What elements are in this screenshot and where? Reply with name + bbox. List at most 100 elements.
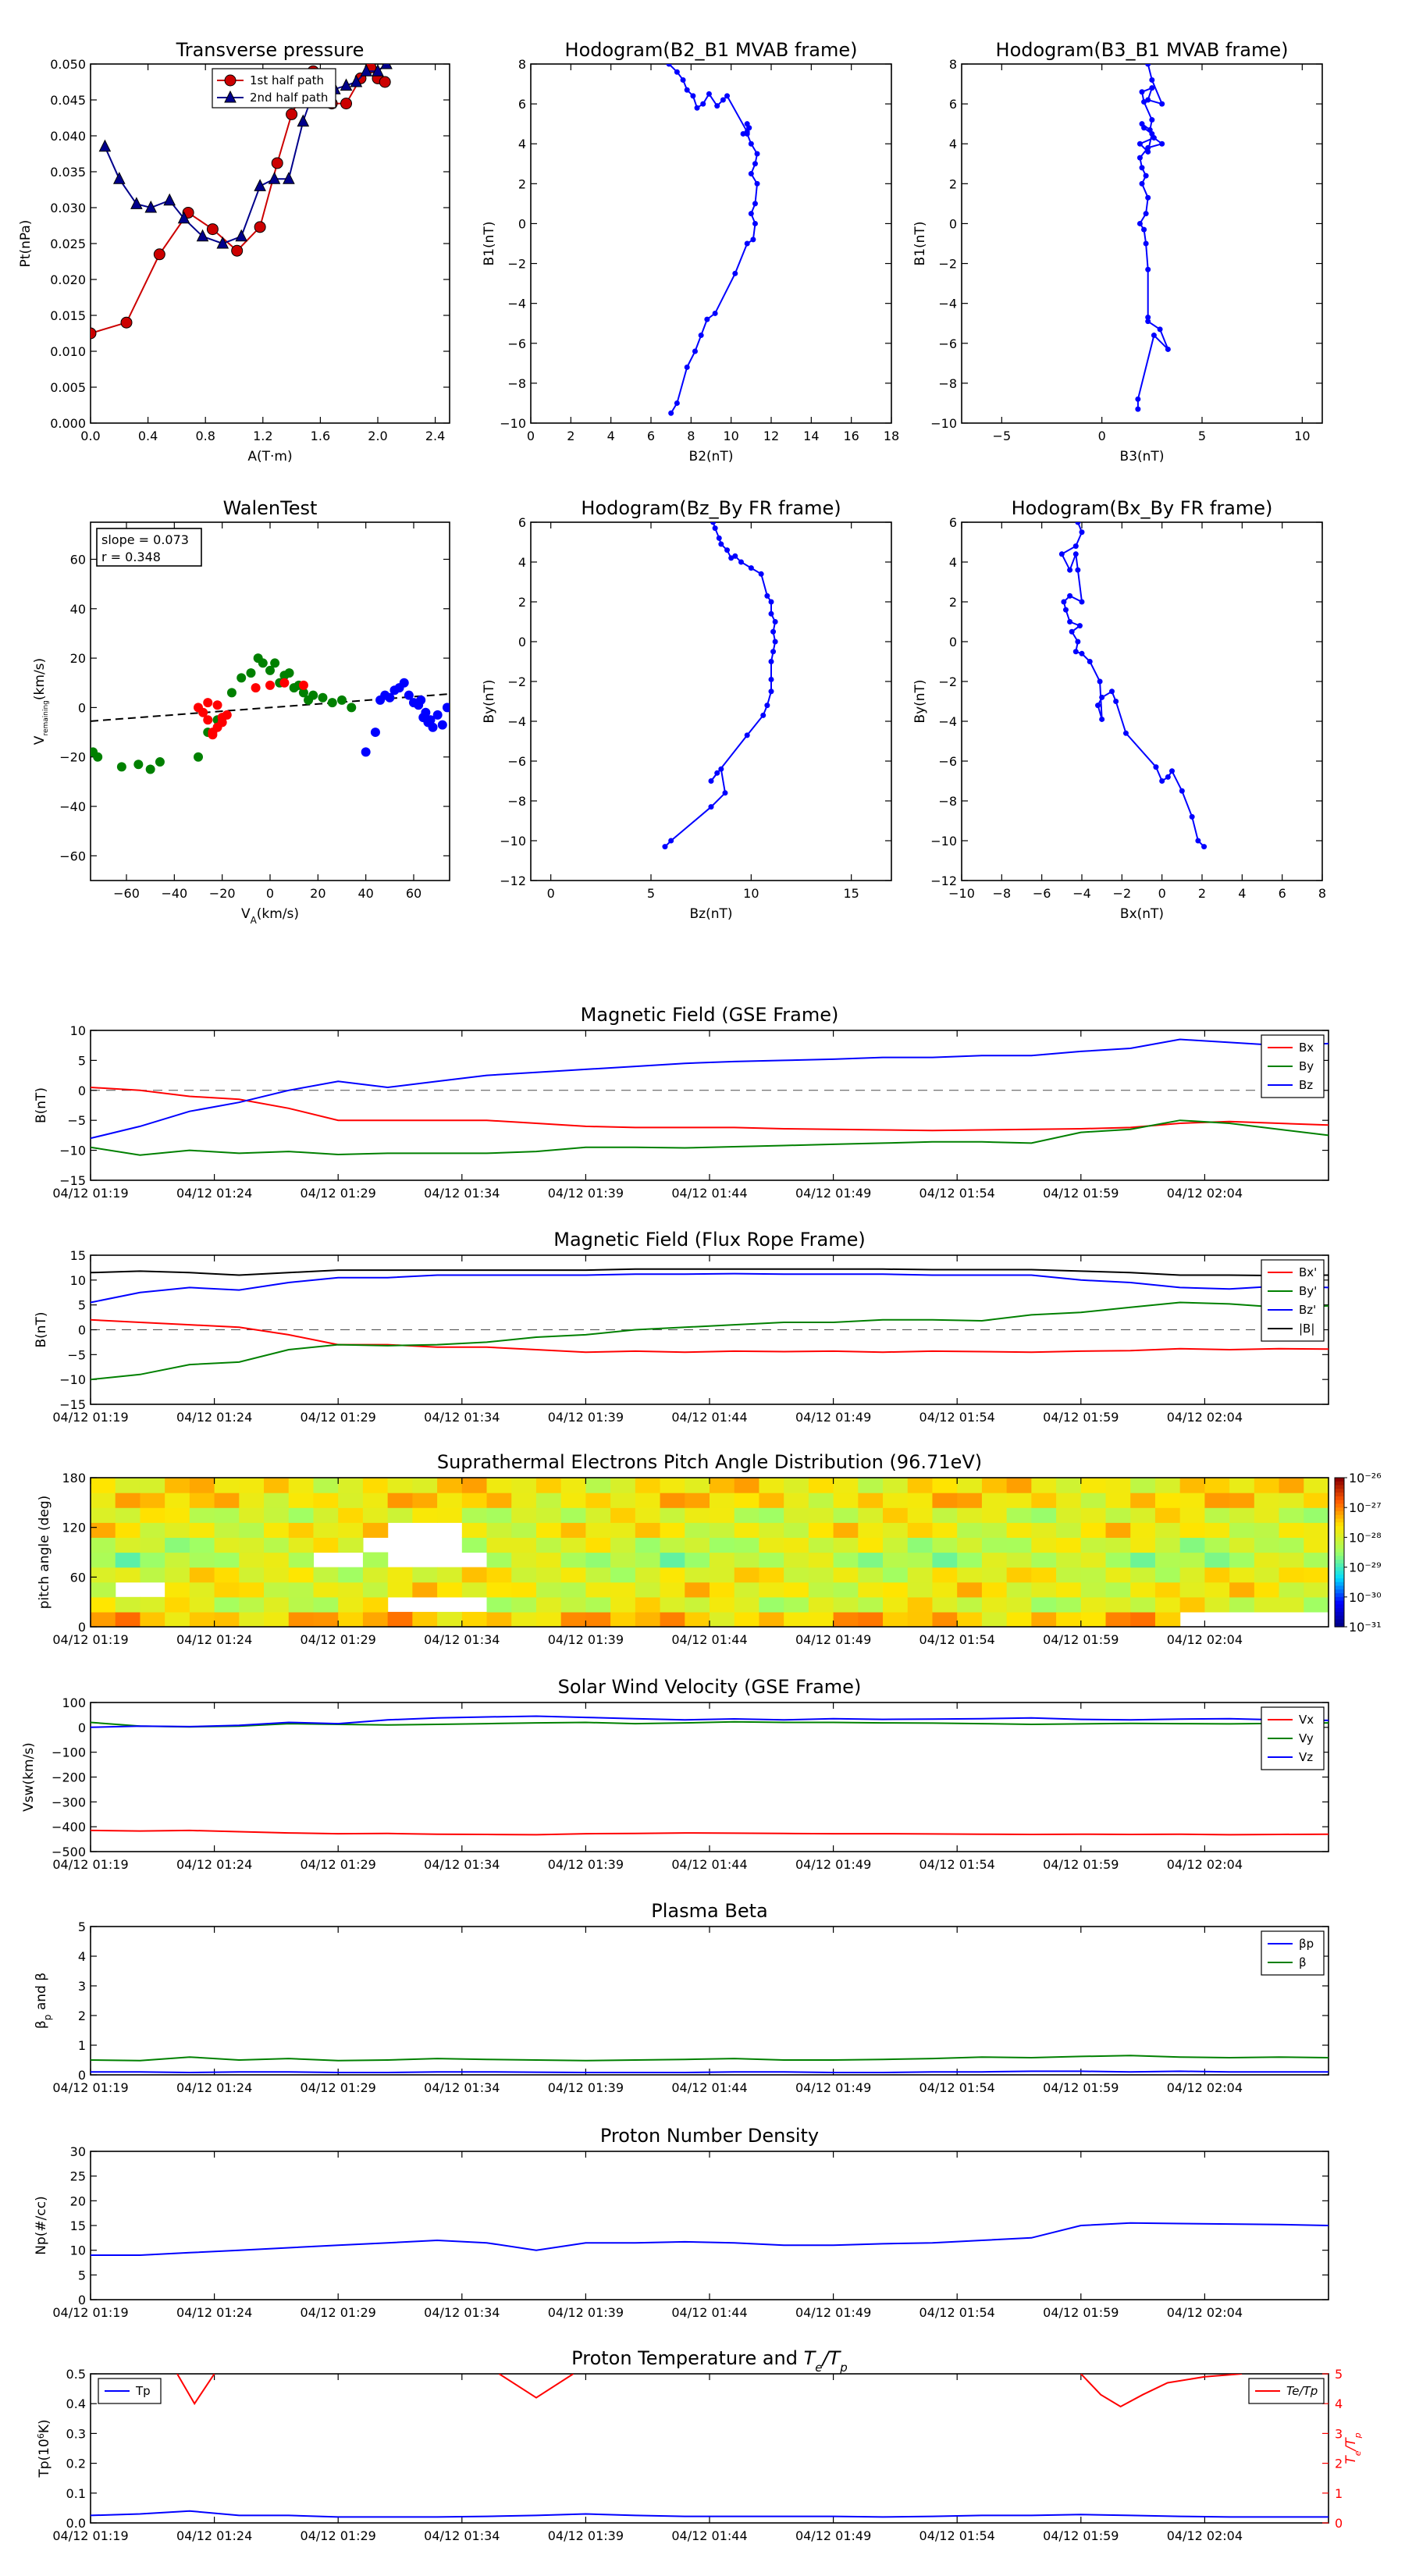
hodo3-data-point <box>708 778 714 784</box>
pad-colorbar-segment <box>1335 1574 1344 1579</box>
walen-title: WalenTest <box>223 497 318 519</box>
pad-heatmap-cell <box>833 1537 859 1553</box>
pad-heatmap-cell <box>1229 1596 1255 1613</box>
pad-heatmap-cell <box>585 1567 611 1583</box>
temp-tp-line <box>91 2510 1329 2518</box>
beta-time-label: 04/12 01:24 <box>176 2080 252 2095</box>
pad-heatmap-cell <box>1279 1507 1304 1523</box>
hodo1-data-point <box>680 76 686 83</box>
hodo2-data-point <box>1143 211 1149 217</box>
pad-heatmap-cell <box>1031 1582 1057 1598</box>
mf_gse-time-label: 04/12 01:39 <box>548 1186 624 1201</box>
pad-heatmap-cell <box>1254 1552 1280 1568</box>
pad-heatmap-cell <box>1031 1611 1057 1627</box>
pad-heatmap-cell <box>1031 1567 1057 1583</box>
walen-ytick-label: 0 <box>78 700 86 715</box>
pad-heatmap-cell <box>362 1567 389 1583</box>
pad-heatmap-cell <box>1229 1582 1255 1598</box>
hodo2-data-point <box>1136 220 1143 226</box>
pad-heatmap-cell <box>560 1611 586 1627</box>
hodo2-ytick-label: −4 <box>938 297 957 311</box>
pad-heatmap-cell <box>710 1507 735 1523</box>
hodo3-data-point <box>768 599 774 605</box>
tp-plot-frame <box>90 63 450 424</box>
pad-time-label: 04/12 01:39 <box>548 1632 624 1647</box>
hodo3-series-line <box>664 522 777 848</box>
mf_fr-legend-label: By' <box>1299 1284 1317 1298</box>
pad-heatmap-cell <box>437 1611 463 1627</box>
pad-heatmap-cell <box>1031 1507 1057 1523</box>
hodo1-xtick-label: 6 <box>647 429 655 443</box>
hodo2-ytick-label: −6 <box>938 336 957 351</box>
temp-time-label: 04/12 01:59 <box>1043 2528 1119 2543</box>
hodo4-ytick-label: −12 <box>930 873 957 888</box>
pad-heatmap-cell <box>932 1596 958 1613</box>
pad-heatmap-cell <box>437 1478 463 1493</box>
pad-time-label: 04/12 01:24 <box>176 1632 252 1647</box>
tp-ytick-label: 0.000 <box>50 416 86 431</box>
hodo1-xtick-label: 14 <box>803 429 819 443</box>
pad-heatmap-cell <box>907 1552 934 1568</box>
pad-heatmap-cell <box>264 1522 290 1538</box>
hodo2-xtick-label: 0 <box>1098 429 1106 443</box>
hodo4-ylabel: By(nT) <box>912 679 928 723</box>
pad-heatmap-cell <box>189 1537 215 1553</box>
pad-heatmap-cell <box>1304 1582 1329 1598</box>
pad-heatmap-cell <box>981 1582 1008 1598</box>
temp-time-label: 04/12 01:24 <box>176 2528 252 2543</box>
hodo1-data-point <box>754 180 760 187</box>
hodo2-data-point <box>1149 117 1155 123</box>
hodo4-plot-frame <box>961 521 1323 881</box>
pad-heatmap-cell <box>189 1493 215 1508</box>
hodo2-data-point <box>1139 180 1145 187</box>
pad-heatmap-cell <box>362 1582 389 1598</box>
pad-heatmap-cell <box>957 1507 983 1523</box>
hodo3-data-point <box>748 565 754 571</box>
tp-xlabel: A(T·m) <box>247 449 292 464</box>
pad-heatmap-cell <box>1179 1522 1205 1538</box>
vsw-series-line <box>91 1829 1329 1836</box>
pad-heatmap-cell <box>461 1567 488 1583</box>
pad-heatmap-cell <box>1006 1522 1032 1538</box>
walen-scatter-point <box>279 678 290 688</box>
mf_fr-ylabel: B(nT) <box>34 1311 49 1347</box>
pad-heatmap-cell <box>288 1582 315 1598</box>
walen-scatter-point <box>399 678 409 688</box>
temp-time-label: 04/12 01:19 <box>52 2528 128 2543</box>
pad-heatmap-cell <box>1105 1522 1131 1538</box>
beta-ytick-label: 0 <box>78 2068 86 2083</box>
pad-heatmap-cell <box>932 1507 958 1523</box>
pad-heatmap-cell <box>660 1522 685 1538</box>
np-ytick-label: 0 <box>78 2293 86 2307</box>
pad-heatmap-cell <box>833 1522 859 1538</box>
hodo2-ytick-label: 8 <box>949 57 957 72</box>
hodo1-ytick-label: 0 <box>518 216 526 231</box>
hodo2-ytick-label: 0 <box>949 216 957 231</box>
hodo3-data-point <box>718 766 724 772</box>
pad-heatmap-cell <box>338 1567 364 1583</box>
hodo2-xlabel: B3(nT) <box>1120 449 1165 464</box>
pad-heatmap-cell <box>1154 1596 1181 1613</box>
beta-ytick-label: 5 <box>78 1920 86 1934</box>
pad-heatmap-cell <box>1179 1567 1205 1583</box>
vsw-ytick-label: −500 <box>52 1845 86 1859</box>
pad-heatmap-cell <box>660 1493 685 1508</box>
hodo2-data-point <box>1159 101 1165 107</box>
pad-heatmap-cell <box>1204 1596 1230 1613</box>
hodo2-data-point <box>1151 333 1157 339</box>
hodo2-data-point <box>1135 406 1141 412</box>
hodo1-ytick-label: 4 <box>518 137 526 151</box>
tp-xtick-label: 1.2 <box>253 429 272 443</box>
pad-heatmap-cell <box>140 1537 165 1553</box>
mf_gse-ytick-label: 10 <box>70 1023 86 1038</box>
pad-heatmap-cell <box>461 1507 488 1523</box>
pad-colorbar-segment <box>1335 1533 1344 1538</box>
hodo3-data-point <box>722 790 728 796</box>
pad-colorbar-segment <box>1335 1571 1344 1575</box>
pad-heatmap-cell <box>387 1567 413 1583</box>
temp-te-tp-line <box>1080 2374 1243 2408</box>
mf_fr-legend-label: |B| <box>1299 1322 1314 1336</box>
tp-marker-circle <box>379 76 391 88</box>
hodo2-xtick-label: −5 <box>993 429 1012 443</box>
pad-heatmap-cell <box>1105 1507 1131 1523</box>
